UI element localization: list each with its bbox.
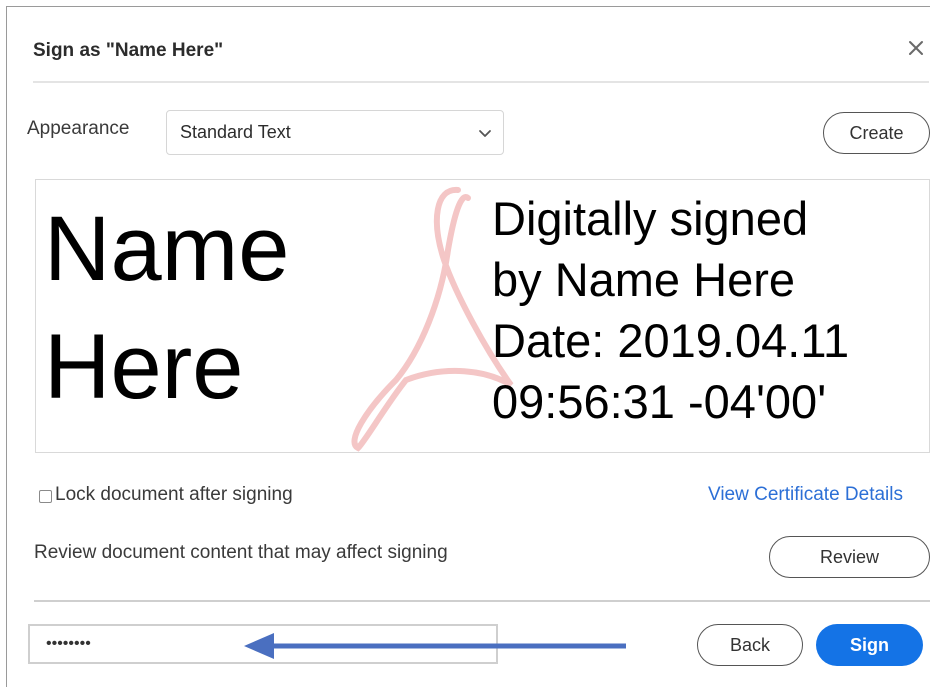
back-button[interactable]: Back [697,624,803,666]
signature-detail-line: by Name Here [492,253,795,306]
review-description: Review document content that may affect … [34,542,448,563]
appearance-dropdown[interactable]: Standard Text [166,110,504,155]
signature-name-line: Name [44,198,290,300]
signature-name: Name Here [44,190,289,426]
chevron-down-icon [478,126,492,140]
lock-document-checkbox[interactable] [39,489,52,503]
signature-detail-line: Digitally signed [492,192,809,245]
signature-name-line: Here [44,316,244,418]
appearance-selected-value: Standard Text [180,122,291,142]
acrobat-logo-icon [351,187,514,452]
sign-button[interactable]: Sign [816,624,923,666]
close-icon[interactable] [905,37,929,61]
footer-divider [34,600,930,602]
signature-preview: Name Here Digitally signed by Name Here … [35,179,930,453]
signature-detail-line: Date: 2019.04.11 [492,314,850,367]
appearance-label: Appearance [27,118,130,139]
review-button[interactable]: Review [769,536,930,578]
lock-document-label: Lock document after signing [55,484,293,505]
dialog-title: Sign as "Name Here" [33,40,224,61]
signature-details: Digitally signed by Name Here Date: 2019… [492,188,849,432]
create-button[interactable]: Create [823,112,930,154]
sign-dialog: Sign as "Name Here" Appearance Standard … [6,6,930,687]
header-divider [33,81,929,83]
view-certificate-details-link[interactable]: View Certificate Details [708,484,903,506]
lock-document-option[interactable]: Lock document after signing [39,484,293,506]
arrow-left-icon [244,633,626,659]
signature-detail-line: 09:56:31 -04'00' [492,375,827,428]
